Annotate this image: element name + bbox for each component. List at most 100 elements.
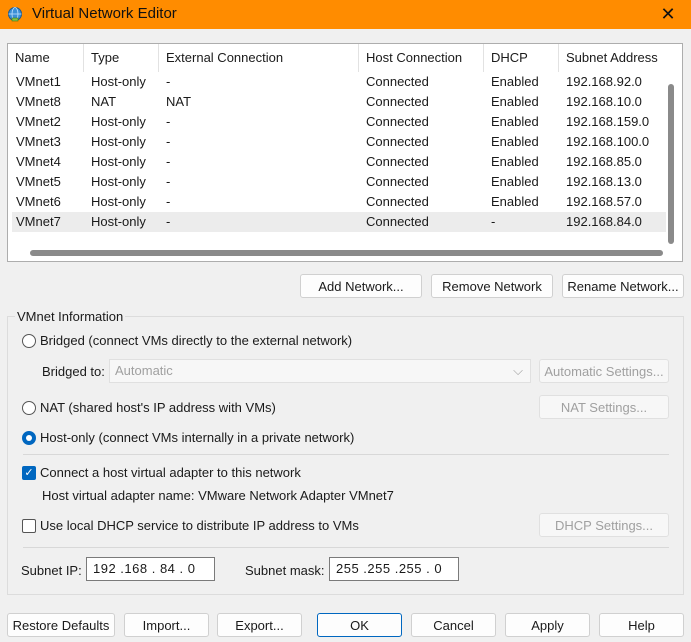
table-cell: VMnet2 bbox=[16, 114, 61, 129]
ok-button[interactable]: OK bbox=[317, 613, 402, 637]
table-cell: Connected bbox=[366, 214, 429, 229]
divider bbox=[23, 454, 669, 455]
nat-label[interactable]: NAT (shared host's IP address with VMs) bbox=[40, 400, 276, 415]
rename-network-button[interactable]: Rename Network... bbox=[562, 274, 684, 298]
column-header-subnet-address[interactable]: Subnet Address bbox=[558, 44, 682, 72]
table-cell: Connected bbox=[366, 154, 429, 169]
table-cell: VMnet7 bbox=[16, 214, 61, 229]
network-globe-icon bbox=[8, 7, 22, 22]
table-cell: - bbox=[166, 74, 171, 89]
table-cell: 192.168.92.0 bbox=[566, 74, 642, 89]
table-row[interactable]: VMnet8 NAT NAT Connected Enabled 192.168.10.0 bbox=[12, 92, 666, 112]
subnet-ip-field[interactable]: 192 .168 . 84 . 0 bbox=[86, 557, 215, 581]
table-cell: Enabled bbox=[491, 134, 539, 149]
bridged-to-value: Automatic bbox=[115, 363, 173, 378]
host-only-label[interactable]: Host-only (connect VMs internally in a p… bbox=[40, 430, 354, 445]
table-cell: VMnet6 bbox=[16, 194, 61, 209]
nat-settings-button[interactable]: NAT Settings... bbox=[539, 395, 669, 419]
table-cell: 192.168.85.0 bbox=[566, 154, 642, 169]
table-cell: - bbox=[166, 134, 171, 149]
connect-adapter-label[interactable]: Connect a host virtual adapter to this n… bbox=[40, 465, 301, 480]
table-cell: 192.168.13.0 bbox=[566, 174, 642, 189]
dhcp-settings-button[interactable]: DHCP Settings... bbox=[539, 513, 669, 537]
connect-adapter-checkbox[interactable]: ✓ bbox=[22, 466, 36, 480]
cancel-button[interactable]: Cancel bbox=[411, 613, 496, 637]
table-cell: Connected bbox=[366, 114, 429, 129]
table-cell: - bbox=[491, 214, 496, 229]
table-cell: Host-only bbox=[91, 214, 146, 229]
table-cell: Connected bbox=[366, 194, 429, 209]
table-cell: 192.168.159.0 bbox=[566, 114, 650, 129]
close-button[interactable]: ✕ bbox=[645, 0, 691, 29]
table-row[interactable]: VMnet7 Host-only - Connected - 192.168.84.0 bbox=[12, 212, 666, 232]
chevron-down-icon: ⌵ bbox=[513, 363, 523, 378]
table-cell: NAT bbox=[91, 94, 117, 109]
window-title: Virtual Network Editor bbox=[32, 5, 177, 22]
subnet-mask-label: Subnet mask: bbox=[245, 563, 325, 578]
table-cell: Connected bbox=[366, 174, 429, 189]
dhcp-checkbox[interactable] bbox=[22, 519, 36, 533]
column-header-external-connection[interactable]: External Connection bbox=[158, 44, 358, 72]
automatic-settings-button[interactable]: Automatic Settings... bbox=[539, 359, 669, 383]
table-cell: Host-only bbox=[91, 194, 146, 209]
table-row[interactable]: VMnet5 Host-only - Connected Enabled 192.168.… bbox=[12, 172, 666, 192]
table-cell: Enabled bbox=[491, 194, 539, 209]
add-network-button[interactable]: Add Network... bbox=[300, 274, 422, 298]
divider bbox=[23, 547, 669, 548]
column-header-dhcp[interactable]: DHCP bbox=[483, 44, 558, 72]
column-header-type[interactable]: Type bbox=[83, 44, 158, 72]
horizontal-scrollbar[interactable] bbox=[30, 250, 663, 256]
bridged-radio[interactable] bbox=[22, 334, 36, 348]
table-cell: VMnet4 bbox=[16, 154, 61, 169]
table-cell: Host-only bbox=[91, 134, 146, 149]
remove-network-button[interactable]: Remove Network bbox=[431, 274, 553, 298]
restore-defaults-button[interactable]: Restore Defaults bbox=[7, 613, 115, 637]
table-cell: - bbox=[166, 194, 171, 209]
import-button[interactable]: Import... bbox=[124, 613, 209, 637]
table-cell: - bbox=[166, 214, 171, 229]
table-row[interactable]: VMnet6 Host-only - Connected Enabled 192.168.… bbox=[12, 192, 666, 212]
bridged-to-dropdown[interactable]: Automatic ⌵ bbox=[109, 359, 531, 383]
column-header-host-connection[interactable]: Host Connection bbox=[358, 44, 483, 72]
apply-button[interactable]: Apply bbox=[505, 613, 590, 637]
table-cell: 192.168.57.0 bbox=[566, 194, 642, 209]
vmnet-information-group bbox=[7, 316, 684, 595]
column-header-name[interactable]: Name bbox=[8, 44, 83, 72]
bridged-label[interactable]: Bridged (connect VMs directly to the ext… bbox=[40, 333, 352, 348]
vertical-scrollbar[interactable] bbox=[668, 84, 674, 244]
nat-radio[interactable] bbox=[22, 401, 36, 415]
subnet-mask-field[interactable]: 255 .255 .255 . 0 bbox=[329, 557, 459, 581]
help-button[interactable]: Help bbox=[599, 613, 684, 637]
table-cell: Host-only bbox=[91, 114, 146, 129]
table-row[interactable]: VMnet1 Host-only - Connected Enabled 192.168.… bbox=[12, 72, 666, 92]
table-cell: - bbox=[166, 114, 171, 129]
bridged-to-label: Bridged to: bbox=[42, 364, 105, 379]
host-only-radio[interactable] bbox=[22, 431, 36, 445]
close-icon: ✕ bbox=[660, 4, 676, 24]
table-cell: 192.168.10.0 bbox=[566, 94, 642, 109]
subnet-ip-label: Subnet IP: bbox=[21, 563, 82, 578]
table-cell: NAT bbox=[166, 94, 192, 109]
table-cell: Enabled bbox=[491, 174, 539, 189]
table-cell: Enabled bbox=[491, 154, 539, 169]
network-list[interactable]: Name Type External Connection Host Conne… bbox=[7, 43, 683, 262]
table-cell: Host-only bbox=[91, 74, 146, 89]
table-cell: - bbox=[166, 154, 171, 169]
table-cell: VMnet8 bbox=[16, 94, 61, 109]
table-cell: Enabled bbox=[491, 114, 539, 129]
table-cell: - bbox=[166, 174, 171, 189]
group-title: VMnet Information bbox=[15, 309, 126, 324]
table-cell: VMnet5 bbox=[16, 174, 61, 189]
table-cell: 192.168.84.0 bbox=[566, 214, 642, 229]
export-button[interactable]: Export... bbox=[217, 613, 302, 637]
checkmark-icon: ✓ bbox=[24, 467, 34, 479]
adapter-name-text: Host virtual adapter name: VMware Networ… bbox=[42, 488, 394, 503]
table-cell: Connected bbox=[366, 134, 429, 149]
table-cell: VMnet1 bbox=[16, 74, 61, 89]
list-header: Name Type External Connection Host Conne… bbox=[8, 44, 682, 72]
table-cell: 192.168.100.0 bbox=[566, 134, 650, 149]
table-row[interactable]: VMnet3 Host-only - Connected Enabled 192.168.… bbox=[12, 132, 666, 152]
table-row[interactable]: VMnet4 Host-only - Connected Enabled 192.168.… bbox=[12, 152, 666, 172]
dhcp-label[interactable]: Use local DHCP service to distribute IP … bbox=[40, 518, 359, 533]
table-row[interactable]: VMnet2 Host-only - Connected Enabled 192.168.… bbox=[12, 112, 666, 132]
